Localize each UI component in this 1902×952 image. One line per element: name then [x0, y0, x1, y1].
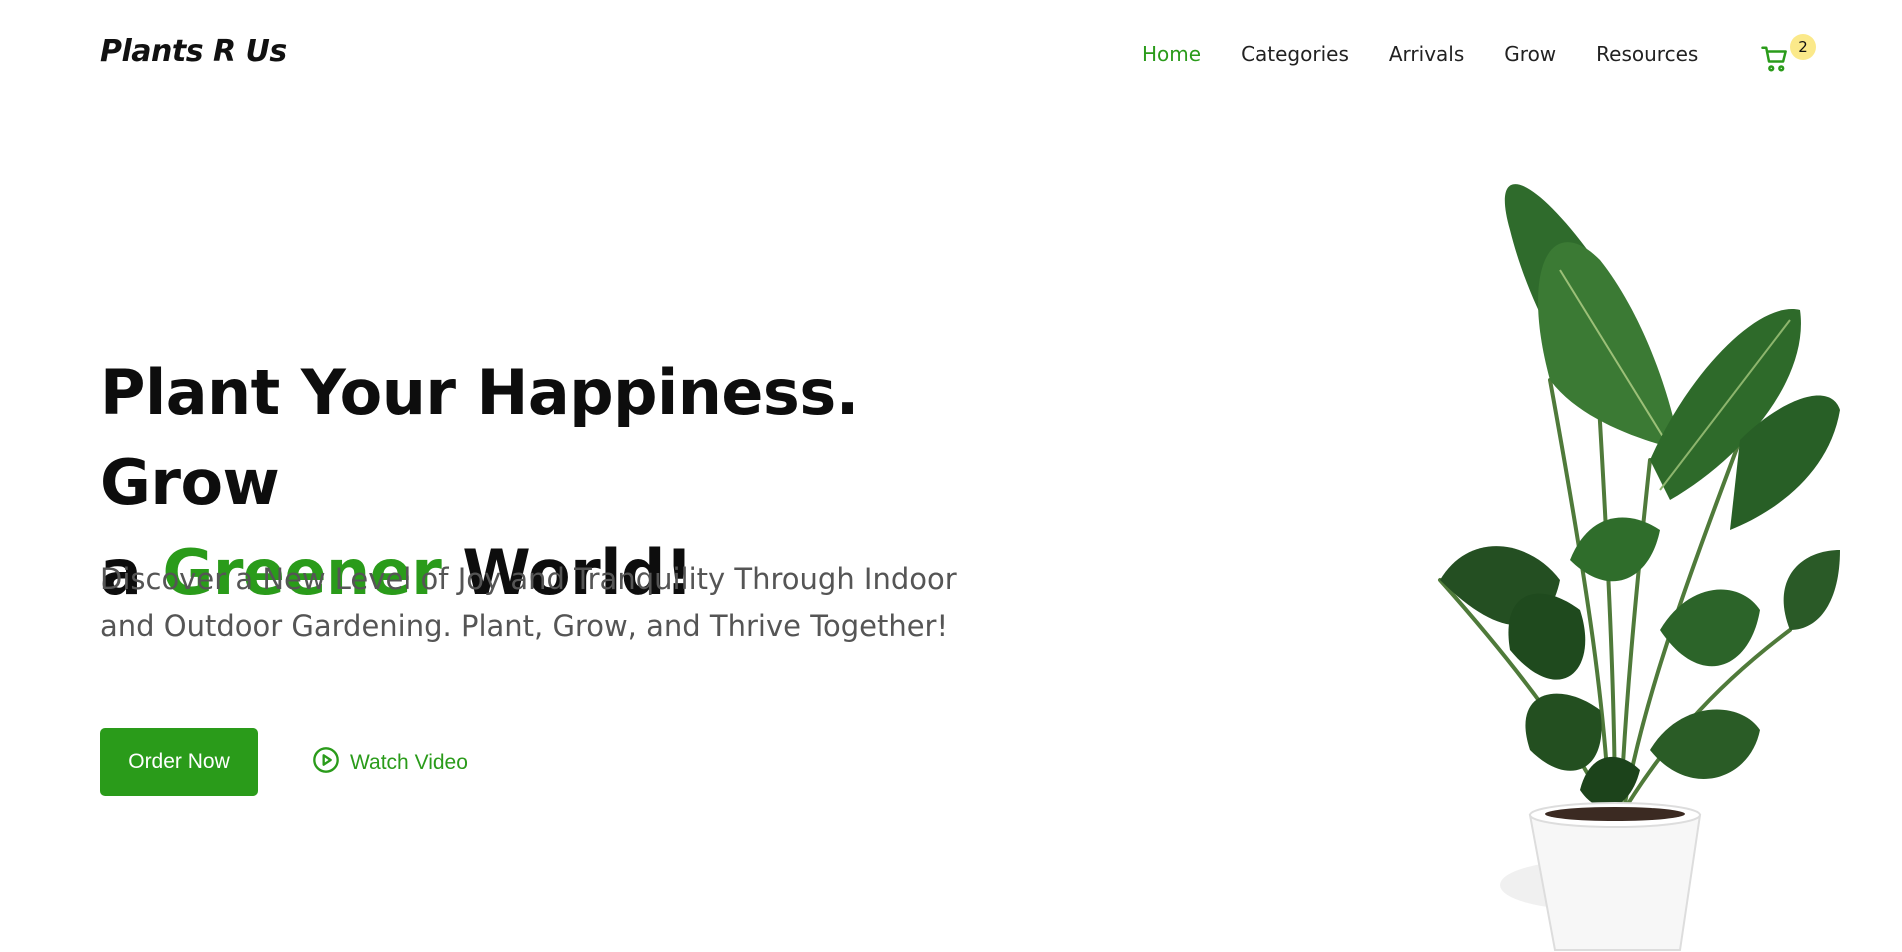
watch-video-label: Watch Video: [350, 751, 468, 774]
nav-home[interactable]: Home: [1142, 42, 1201, 66]
main-nav: Home Categories Arrivals Grow Resources: [1142, 42, 1738, 66]
nav-categories[interactable]: Categories: [1241, 42, 1349, 66]
site-logo[interactable]: Plants R Us: [100, 34, 287, 69]
watch-video-link[interactable]: Watch Video: [312, 746, 468, 780]
site-header: Plants R Us Home Categories Arrivals Gro…: [100, 0, 1902, 110]
play-circle-icon: [312, 746, 340, 780]
hero-subtitle: Discover a New Level of Joy and Tranquil…: [100, 562, 957, 643]
order-now-button[interactable]: Order Now: [100, 728, 258, 796]
nav-arrivals[interactable]: Arrivals: [1389, 42, 1464, 66]
landing-page: Plants R Us Home Categories Arrivals Gro…: [0, 0, 1902, 952]
cart-button[interactable]: 2: [1760, 34, 1816, 80]
cart-icon: [1761, 46, 1787, 72]
cart-count-badge: 2: [1790, 34, 1816, 60]
potted-plant-image: [1438, 184, 1840, 951]
nav-grow[interactable]: Grow: [1504, 42, 1556, 66]
hero-title-line1: Plant Your Happiness. Grow: [100, 356, 859, 519]
nav-resources[interactable]: Resources: [1596, 42, 1698, 66]
